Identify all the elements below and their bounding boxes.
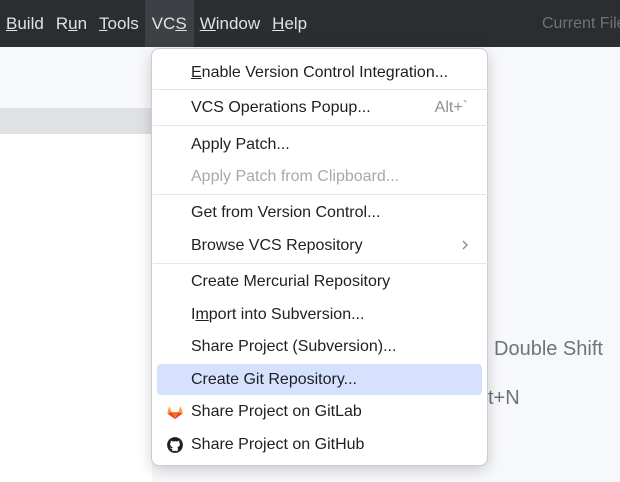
shortcut-hint: t+N [488, 387, 520, 409]
menu-help[interactable]: Help [266, 0, 313, 47]
create-mercurial-repository-item[interactable]: Create Mercurial Repository [157, 266, 482, 297]
share-project-github-label: Share Project on GitHub [191, 435, 365, 453]
menu-build[interactable]: Build [0, 0, 50, 47]
browse-vcs-repository-label: Browse VCS Repository [191, 236, 363, 254]
vcs-dropdown-menu: Enable Version Control Integration... VC… [151, 48, 488, 466]
apply-patch-item[interactable]: Apply Patch... [157, 129, 482, 160]
project-panel [0, 134, 152, 482]
menu-run-mnemonic: u [68, 14, 78, 33]
import-into-subversion-label: Import into Subversion... [191, 305, 365, 323]
import-into-subversion-item[interactable]: Import into Subversion... [157, 299, 482, 330]
share-project-subversion-label: Share Project (Subversion)... [191, 337, 397, 355]
share-project-gitlab-item[interactable]: Share Project on GitLab [157, 396, 482, 427]
github-icon [167, 437, 183, 453]
menu-help-mnemonic: H [272, 14, 285, 33]
vcs-operations-shortcut: Alt+` [434, 98, 468, 116]
menu-vcs-mnemonic: S [175, 14, 187, 33]
menu-separator [153, 89, 488, 90]
vcs-operations-popup-label: VCS Operations Popup... [191, 98, 371, 116]
menu-window-mnemonic: W [199, 14, 216, 33]
menu-tools-mnemonic: T [99, 14, 108, 33]
share-project-github-item[interactable]: Share Project on GitHub [157, 429, 482, 460]
menu-run[interactable]: Run [50, 0, 93, 47]
share-project-gitlab-label: Share Project on GitLab [191, 402, 362, 420]
current-file-selector[interactable]: Current File [542, 0, 620, 47]
menu-separator [153, 125, 488, 126]
menu-build-mnemonic: B [6, 14, 18, 33]
menu-tools[interactable]: Tools [93, 0, 145, 47]
enable-version-control-item[interactable]: Enable Version Control Integration... [157, 57, 482, 88]
vcs-operations-popup-item[interactable]: VCS Operations Popup... Alt+` [157, 92, 482, 123]
menu-separator [153, 194, 488, 195]
chevron-right-icon [462, 240, 468, 250]
apply-patch-clipboard-label: Apply Patch from Clipboard... [191, 167, 400, 185]
get-from-version-control-item[interactable]: Get from Version Control... [157, 197, 482, 228]
main-menubar: Build Run Tools VCS Window Help Current … [0, 0, 620, 47]
get-from-version-control-label: Get from Version Control... [191, 203, 381, 221]
gitlab-icon [167, 406, 183, 420]
share-project-subversion-item[interactable]: Share Project (Subversion)... [157, 331, 482, 362]
create-git-repository-label: Create Git Repository... [191, 370, 357, 388]
apply-patch-label: Apply Patch... [191, 135, 290, 153]
tool-window-header [0, 108, 152, 134]
create-mercurial-repository-label: Create Mercurial Repository [191, 272, 391, 290]
search-everywhere-hint: Double Shift [494, 338, 603, 360]
menu-window[interactable]: Window [194, 0, 266, 47]
enable-version-control-label: Enable Version Control Integration... [191, 63, 449, 81]
browse-vcs-repository-item[interactable]: Browse VCS Repository [157, 230, 482, 261]
apply-patch-clipboard-item: Apply Patch from Clipboard... [157, 161, 482, 192]
create-git-repository-item[interactable]: Create Git Repository... [157, 364, 482, 395]
menu-vcs[interactable]: VCS [144, 0, 194, 47]
menu-separator [153, 263, 488, 264]
